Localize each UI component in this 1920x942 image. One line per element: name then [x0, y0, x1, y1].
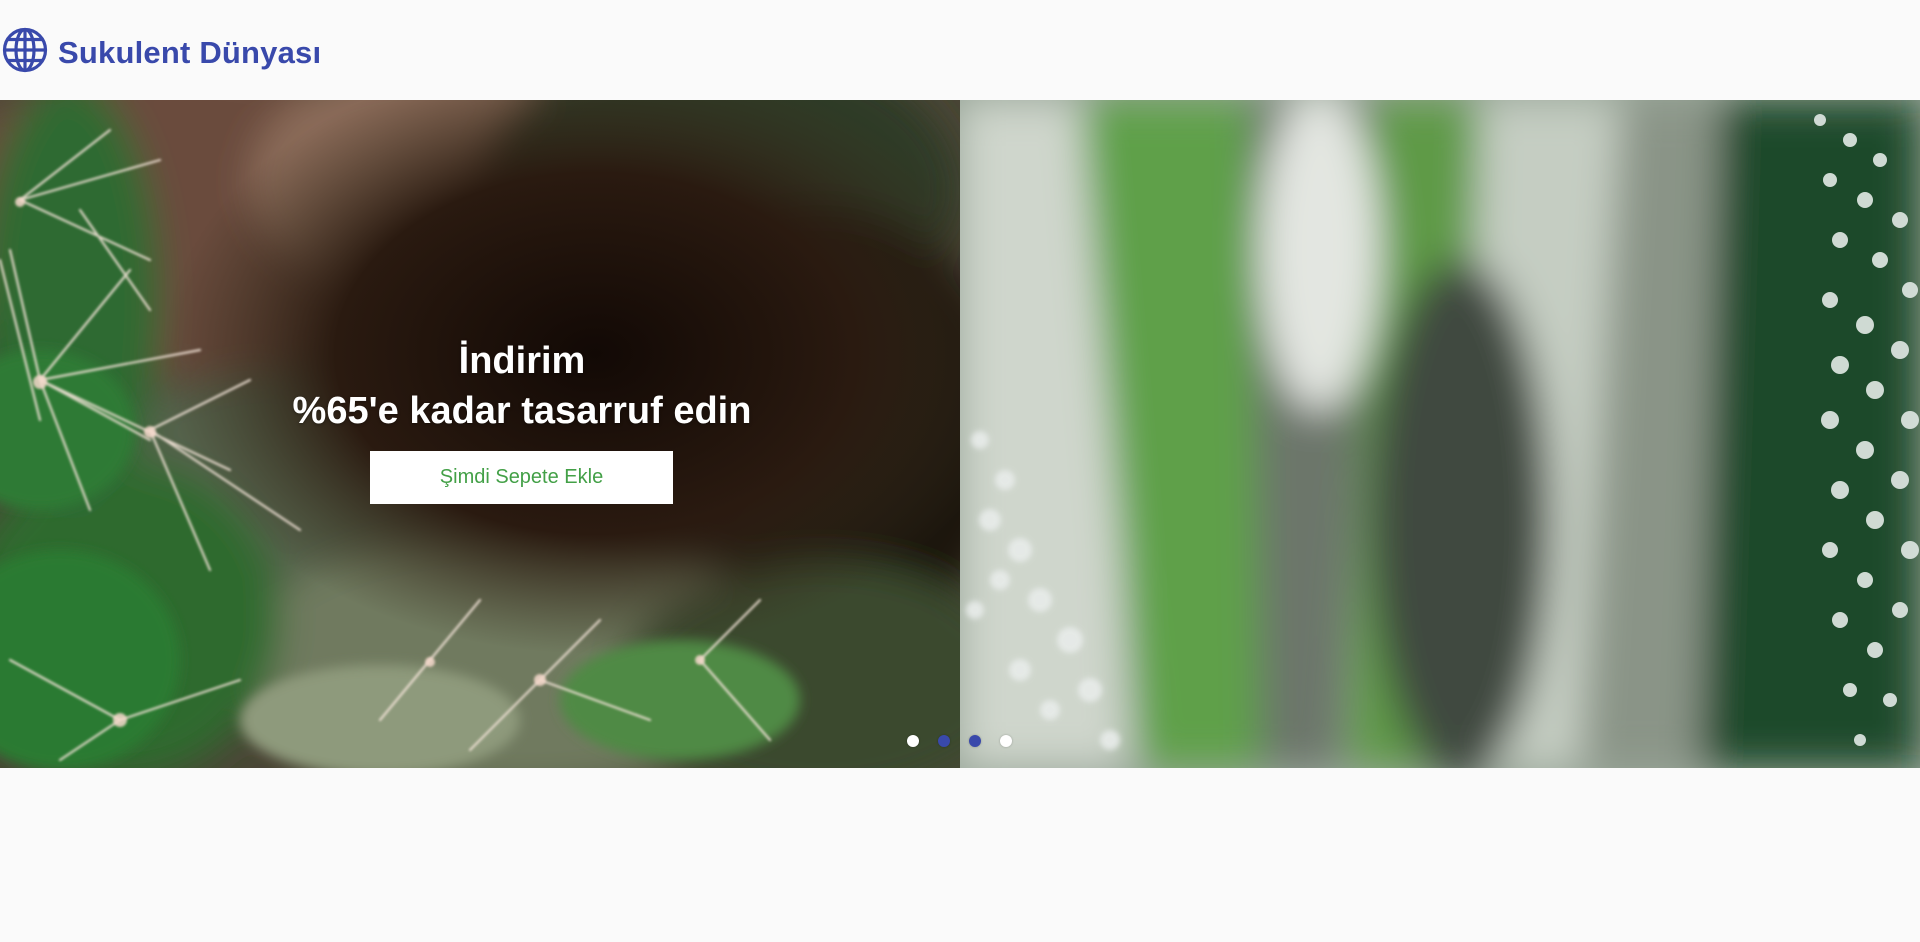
- carousel-indicator-2[interactable]: [938, 735, 950, 747]
- add-to-cart-button[interactable]: Şimdi Sepete Ekle: [370, 451, 673, 504]
- slide-succulent-image: [960, 100, 1920, 768]
- hero-carousel: İndirim %65'e kadar tasarruf edin Şimdi …: [0, 100, 1920, 768]
- globe-icon: [2, 27, 48, 73]
- brand-title: Sukulent Dünyası: [58, 34, 322, 70]
- carousel-indicators: [907, 735, 1012, 747]
- carousel-indicator-4[interactable]: [1000, 735, 1012, 747]
- slide-cactus-image: [0, 100, 960, 768]
- brand-link[interactable]: Sukulent Dünyası: [2, 27, 321, 73]
- carousel-indicator-1[interactable]: [907, 735, 919, 747]
- site-header: Sukulent Dünyası: [0, 0, 1920, 100]
- carousel-indicator-3[interactable]: [969, 735, 981, 747]
